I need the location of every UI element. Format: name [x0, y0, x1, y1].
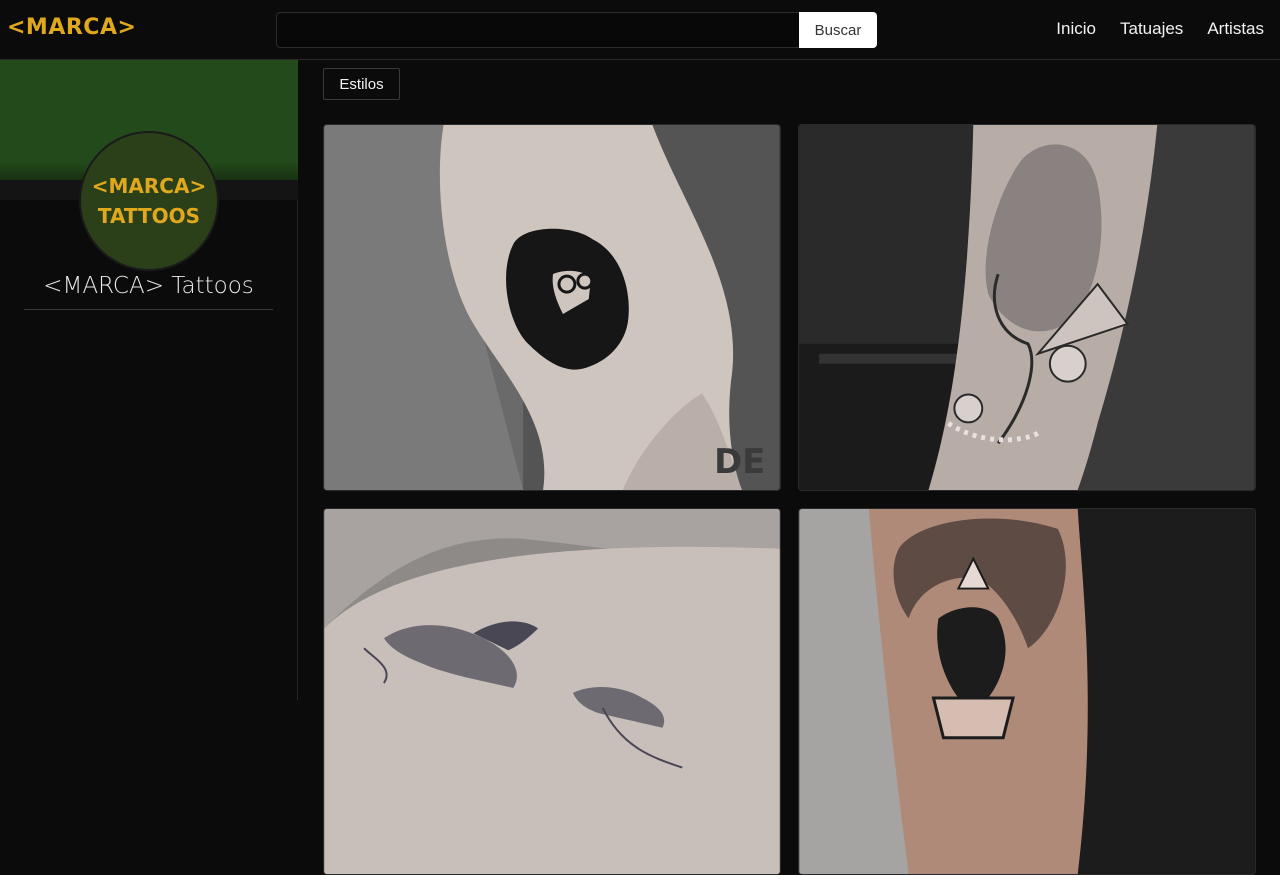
photo-watermark: DE — [714, 442, 765, 481]
gallery-item-1[interactable]: DE — [323, 124, 781, 491]
tattoo-photo-silhouette: DE — [324, 125, 780, 490]
search-button[interactable]: Buscar — [799, 12, 877, 48]
styles-filter-button[interactable]: Estilos — [323, 68, 400, 100]
tattoo-photo-ram — [799, 509, 1255, 874]
brand-logo[interactable]: <MARCA> — [7, 15, 136, 40]
logo-text-tattoos: TATTOOS — [97, 204, 201, 228]
studio-name: <MARCA> Tattoos — [43, 273, 254, 299]
top-navbar: <MARCA> Buscar Inicio Tatuajes Artistas — [0, 0, 1280, 60]
divider — [24, 309, 273, 310]
gallery-item-2[interactable] — [798, 124, 1256, 491]
tattoo-photo-koi — [324, 509, 780, 874]
nav-link-tatuajes[interactable]: Tatuajes — [1120, 19, 1183, 39]
nav-link-inicio[interactable]: Inicio — [1056, 19, 1096, 39]
main-content: Estilos DE — [299, 60, 1280, 875]
logo-text-marca: <MARCA> — [91, 174, 207, 198]
search-input[interactable] — [276, 12, 800, 48]
nav-link-artistas[interactable]: Artistas — [1207, 19, 1264, 39]
nav-links: Inicio Tatuajes Artistas — [1056, 19, 1264, 39]
gallery-item-4[interactable] — [798, 508, 1256, 875]
sidebar: <MARCA> TATTOOS <MARCA> Tattoos — [0, 60, 298, 700]
gallery-item-3[interactable] — [323, 508, 781, 875]
studio-logo: <MARCA> TATTOOS — [79, 131, 219, 271]
tattoo-photo-woman — [799, 125, 1255, 490]
